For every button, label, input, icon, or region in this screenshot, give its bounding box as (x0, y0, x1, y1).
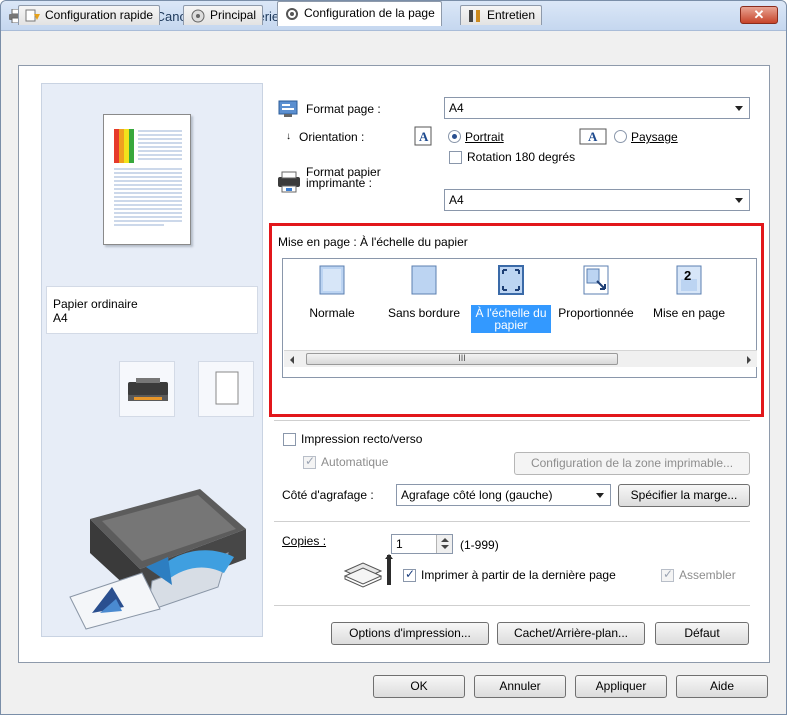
rotate-180-checkbox[interactable] (449, 151, 462, 164)
duplex-checkbox[interactable] (283, 433, 296, 446)
cancel-button[interactable]: Annuler (474, 675, 566, 698)
layout-item-label: Mise en page (652, 306, 726, 320)
tab-label: Configuration rapide (45, 8, 154, 22)
collate-checkbox[interactable] (661, 567, 674, 582)
copies-stack-icon (343, 554, 393, 588)
scaled-icon (583, 265, 609, 295)
layout-horizontal-scrollbar[interactable]: III (284, 350, 757, 367)
portrait-radio[interactable] (448, 130, 461, 143)
printer-paper-size-label-line2: imprimante : (306, 176, 373, 190)
paper-info-box: Papier ordinaire A4 (46, 286, 258, 334)
printer-illustration (69, 489, 246, 630)
spin-down-icon[interactable] (441, 545, 449, 549)
layout-item-label: Sans bordure (387, 306, 461, 320)
preview-page-image (114, 129, 182, 226)
tab-principal[interactable]: Principal (183, 5, 264, 25)
specify-margin-button[interactable]: Spécifier la marge... (618, 484, 750, 507)
page-setup-icon (286, 8, 298, 20)
printer-paper-size-icon (278, 171, 300, 193)
stapling-side-label: Côté d'agrafage : (282, 488, 374, 502)
paper-preview-button[interactable] (198, 361, 254, 417)
close-button[interactable]: ✕ (740, 6, 778, 24)
maintenance-icon (469, 10, 480, 22)
orientation-bullet-icon: ↓ (286, 131, 291, 142)
stapling-side-value: Agrafage côté long (gauche) (401, 488, 553, 502)
printer-paper-size-select[interactable]: A4 (444, 189, 750, 211)
tab-maintenance[interactable]: Entretien (460, 5, 543, 25)
stapling-side-select[interactable]: Agrafage côté long (gauche) (396, 484, 611, 506)
defaults-button[interactable]: Défaut (655, 622, 749, 645)
scroll-thumb[interactable]: III (306, 353, 618, 365)
landscape-icon: A (579, 128, 607, 145)
page-layout-list[interactable]: Normale Sans bordure À l'échelle du papi… (282, 258, 757, 378)
page-size-value: A4 (449, 101, 464, 115)
page-size-label: Format page : (306, 102, 381, 116)
svg-text:A: A (419, 129, 429, 144)
tab-quick-setup[interactable]: Configuration rapide (18, 5, 161, 25)
printer-tray-icon (128, 378, 168, 401)
chevron-down-icon (735, 198, 743, 203)
ok-button[interactable]: OK (373, 675, 465, 698)
copies-range: (1-999) (460, 538, 499, 552)
stamp-background-button[interactable]: Cachet/Arrière-plan... (497, 622, 645, 645)
print-area-setup-button[interactable]: Configuration de la zone imprimable... (514, 452, 750, 475)
main-icon (191, 9, 205, 23)
copies-stepper[interactable]: 1 (391, 534, 453, 554)
print-from-last-page-checkbox[interactable] (403, 567, 416, 582)
page-layout-badge: 2 (684, 268, 692, 283)
chevron-down-icon (735, 106, 743, 111)
svg-text:A: A (588, 129, 598, 144)
tab-label: Entretien (487, 8, 536, 22)
scroll-right-icon[interactable] (747, 356, 751, 364)
tab-label: Principal (210, 8, 257, 22)
print-from-last-page-label[interactable]: Imprimer à partir de la dernière page (421, 568, 616, 582)
tab-label: Configuration de la page (304, 6, 435, 20)
page-layout-heading: Mise en page : À l'échelle du papier (278, 235, 468, 249)
duplex-automatic-label[interactable]: Automatique (321, 455, 388, 469)
print-options-button[interactable]: Options d'impression... (331, 622, 489, 645)
duplex-label[interactable]: Impression recto/verso (301, 432, 422, 446)
quick-setup-icon (25, 9, 40, 22)
portrait-icon: A (414, 126, 432, 146)
preview-pane: Papier ordinaire A4 (41, 83, 263, 637)
normal-size-icon (319, 265, 345, 295)
borderless-icon (411, 265, 437, 295)
page-size-select[interactable]: A4 (444, 97, 750, 119)
spin-up-icon[interactable] (441, 538, 449, 542)
tab-page-setup[interactable]: Configuration de la page (277, 1, 442, 26)
scroll-left-icon[interactable] (290, 356, 294, 364)
layout-item-label: Proportionnée (558, 306, 634, 320)
document-preview (103, 114, 191, 245)
fit-to-page-icon (498, 265, 524, 295)
orientation-label: Orientation : (299, 130, 365, 144)
printer-paper-size-label: Format papier imprimante : (306, 166, 381, 190)
landscape-radio[interactable] (614, 130, 627, 143)
paper-source-button[interactable] (119, 361, 175, 417)
duplex-automatic-checkbox[interactable] (303, 454, 316, 469)
blank-page-icon (215, 371, 239, 405)
divider (274, 420, 750, 421)
portrait-label[interactable]: Portrait (465, 130, 504, 144)
copies-spin-buttons[interactable] (436, 535, 452, 553)
paper-size-text: A4 (53, 311, 68, 325)
divider (274, 521, 750, 522)
help-button[interactable]: Aide (676, 675, 768, 698)
page-size-icon (278, 100, 298, 117)
divider (274, 605, 750, 606)
layout-item-label: À l'échelle du papier (471, 305, 551, 333)
collate-label[interactable]: Assembler (679, 568, 736, 582)
chevron-down-icon (596, 493, 604, 498)
apply-button[interactable]: Appliquer (575, 675, 667, 698)
copies-label: Copies : (282, 534, 327, 548)
print-options-window: Options d'impression Canon MG5400 series… (0, 0, 787, 715)
rotate-180-label[interactable]: Rotation 180 degrés (467, 150, 575, 164)
layout-item-label: Normale (309, 306, 355, 320)
landscape-label[interactable]: Paysage (631, 130, 678, 144)
copies-value: 1 (396, 537, 403, 551)
printer-paper-size-value: A4 (449, 193, 464, 207)
page-layout-group: Mise en page : À l'échelle du papier Nor… (269, 223, 764, 417)
media-type-text: Papier ordinaire (53, 297, 138, 311)
